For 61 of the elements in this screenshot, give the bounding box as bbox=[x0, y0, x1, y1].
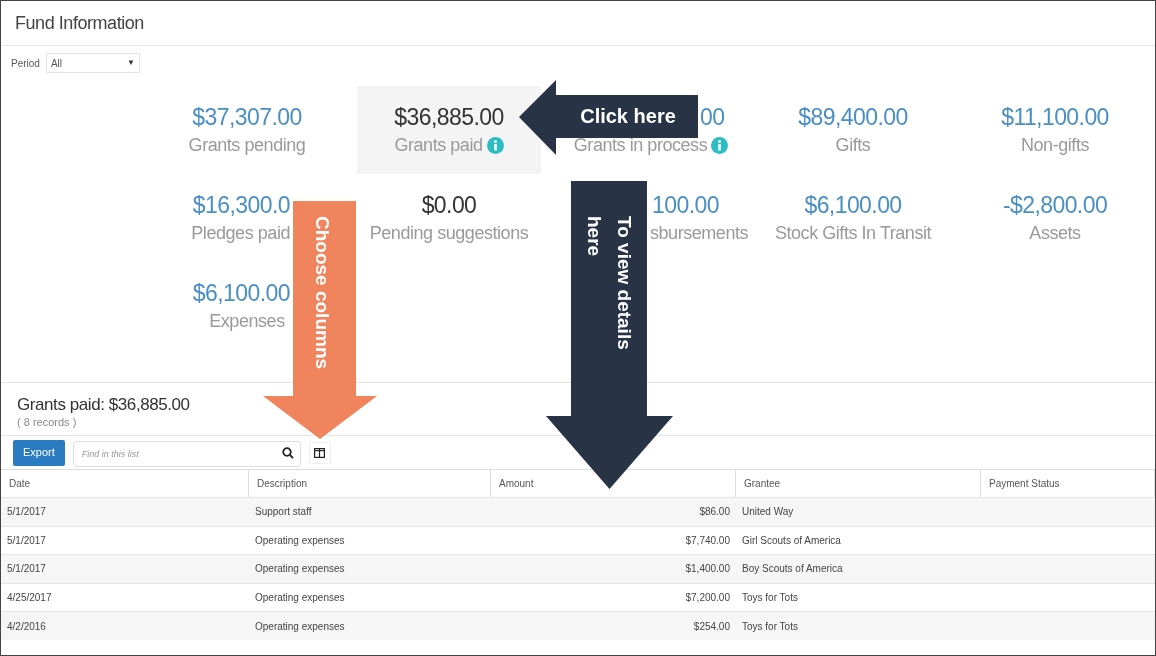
export-button[interactable]: Export bbox=[13, 439, 65, 466]
record-count: ( 8 records ) bbox=[17, 415, 78, 429]
tile-label: Grants paid bbox=[394, 134, 483, 157]
callout-text: Choose columns bbox=[311, 216, 334, 372]
tile-label: Grants in process bbox=[573, 134, 708, 157]
tile-label: Pending suggestions bbox=[369, 222, 529, 245]
table-cell-text: Support staff bbox=[255, 505, 312, 520]
search-icon[interactable] bbox=[281, 446, 294, 459]
table-cell-text: Toys for Tots bbox=[742, 591, 798, 606]
tile-amount[interactable]: $37,307.00 bbox=[192, 102, 302, 132]
table-cell-text: Operating expenses bbox=[255, 533, 345, 548]
table-cell-text: Operating expenses bbox=[255, 562, 345, 577]
tile-label: Pledges paid bbox=[191, 222, 290, 245]
tile-label: sbursements bbox=[650, 222, 749, 245]
table-cell-text: 5/1/2017 bbox=[7, 562, 46, 577]
tile-label: Non-gifts bbox=[1021, 134, 1089, 157]
table-cell-text: Operating expenses bbox=[255, 591, 345, 606]
table-cell-text: 4/2/2016 bbox=[7, 619, 46, 634]
table-cell-text: Operating expenses bbox=[255, 619, 345, 634]
table-cell-text: 5/1/2017 bbox=[7, 533, 46, 548]
table-cell-text: $254.00 bbox=[693, 619, 730, 634]
column-header[interactable]: Date bbox=[9, 476, 31, 491]
tile-amount[interactable]: $6,100.00 bbox=[804, 190, 902, 220]
selected-tile[interactable]: $36,885.00 Grants paid bbox=[357, 86, 541, 174]
columns-button[interactable] bbox=[308, 441, 331, 464]
table-cell-text: $1,400.00 bbox=[685, 562, 730, 577]
list-heading: Grants paid: $36,885.00 bbox=[17, 395, 191, 415]
page-title: Fund Information bbox=[15, 11, 144, 35]
tile-amount: $0.00 bbox=[421, 191, 477, 220]
column-header[interactable]: Description bbox=[257, 476, 308, 491]
tile-amount[interactable]: $36,885.00 bbox=[394, 102, 504, 132]
tile-amount[interactable]: 100.00 bbox=[652, 190, 719, 220]
tile-amount[interactable]: 00 bbox=[700, 102, 725, 132]
tile-amount[interactable]: $11,100.00 bbox=[1001, 102, 1109, 132]
tile-amount[interactable]: $6,100.00 bbox=[192, 278, 290, 308]
table-cell-text: Boy Scouts of America bbox=[742, 562, 843, 577]
table-cell-text: $7,740.00 bbox=[685, 533, 730, 548]
tile-label: Assets bbox=[1029, 222, 1081, 245]
callout-text: To view details here bbox=[583, 216, 636, 352]
table-cell-text: 4/25/2017 bbox=[7, 591, 52, 606]
tile-amount[interactable]: $16,300.0 bbox=[192, 190, 290, 220]
column-header[interactable]: Grantee bbox=[744, 476, 781, 491]
column-header[interactable]: Payment Status bbox=[989, 476, 1060, 491]
columns-icon bbox=[314, 447, 326, 458]
tile-label: Gifts bbox=[835, 134, 871, 157]
table-cell-text: Toys for Tots bbox=[742, 619, 798, 634]
table-cell-text: $7,200.00 bbox=[685, 591, 730, 606]
table-cell-text: 5/1/2017 bbox=[7, 505, 46, 520]
tile-label: Expenses bbox=[209, 310, 285, 333]
tile-label: Grants pending bbox=[188, 134, 306, 157]
column-header[interactable]: Amount bbox=[499, 476, 534, 491]
callout-text: Click here bbox=[579, 104, 677, 128]
table-cell-text: $86.00 bbox=[699, 505, 730, 520]
tile-amount[interactable]: -$2,800.00 bbox=[1002, 190, 1108, 220]
tile-label: Stock Gifts In Transit bbox=[774, 222, 932, 245]
table-cell-text: Girl Scouts of America bbox=[742, 533, 841, 548]
search-field[interactable]: Find in this list bbox=[72, 440, 301, 467]
period-label: Period bbox=[11, 56, 40, 71]
tile-amount[interactable]: $89,400.00 bbox=[798, 102, 908, 132]
table-cell-text: United Way bbox=[742, 505, 794, 520]
period-dropdown[interactable]: All ▼ bbox=[45, 53, 140, 73]
